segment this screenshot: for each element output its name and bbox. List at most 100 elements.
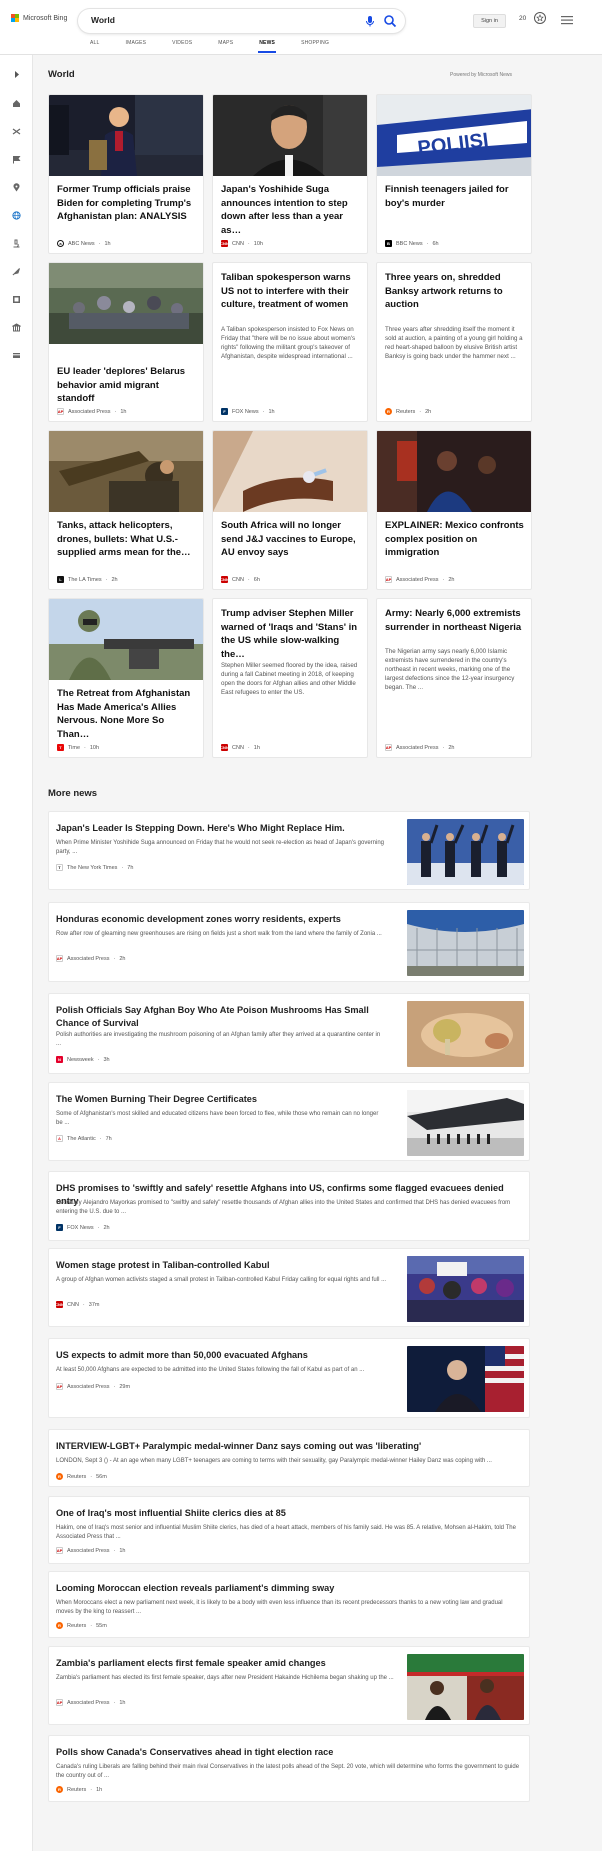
item-title[interactable]: One of Iraq's most influential Shiite cl… xyxy=(56,1507,526,1520)
tab-videos[interactable]: VIDEOS xyxy=(172,40,192,46)
card-meta: CNN CNN · 6h xyxy=(220,576,260,583)
news-list-item[interactable]: One of Iraq's most influential Shiite cl… xyxy=(48,1496,530,1564)
news-list-item[interactable]: Polls show Canada's Conservatives ahead … xyxy=(48,1735,530,1802)
card-time: 1h xyxy=(104,240,111,247)
new-york-times-logo-icon: T xyxy=(56,864,63,871)
item-title[interactable]: Looming Moroccan election reveals parlia… xyxy=(56,1582,526,1595)
tab-news[interactable]: NEWS xyxy=(258,40,276,53)
card-title[interactable]: Taliban spokesperson warns US not to int… xyxy=(221,271,361,312)
globe-icon[interactable] xyxy=(12,211,21,220)
microphone-icon[interactable] xyxy=(363,14,377,28)
item-time: 7h xyxy=(127,864,134,871)
item-title[interactable]: US expects to admit more than 50,000 eva… xyxy=(56,1349,308,1362)
item-time: 37m xyxy=(88,1301,100,1308)
item-meta: R Reuters · 55m xyxy=(56,1622,107,1629)
item-meta: CNN CNN · 37m xyxy=(55,1301,100,1308)
tab-all[interactable]: ALL xyxy=(90,40,100,46)
news-card[interactable]: South Africa will no longer send J&J vac… xyxy=(212,430,368,590)
card-title[interactable]: Trump adviser Stephen Miller warned of '… xyxy=(221,607,361,661)
shuffle-icon[interactable] xyxy=(12,127,21,136)
card-time: 6h xyxy=(432,240,439,247)
card-title[interactable]: Japan's Yoshihide Suga announces intenti… xyxy=(221,183,361,237)
news-card[interactable]: EU leader 'deplores' Belarus behavior am… xyxy=(48,262,204,422)
rewards-count[interactable]: 20 xyxy=(519,15,526,22)
news-card[interactable]: Three years on, shredded Banksy artwork … xyxy=(376,262,532,422)
card-time: 1h xyxy=(120,408,127,415)
item-snippet: Zambia's parliament has elected its firs… xyxy=(56,1675,394,1681)
news-list-item[interactable]: The Women Burning Their Degree Certifica… xyxy=(48,1082,530,1161)
card-title[interactable]: Three years on, shredded Banksy artwork … xyxy=(385,271,525,312)
news-list-item[interactable]: US expects to admit more than 50,000 eva… xyxy=(48,1338,530,1418)
rocket-icon[interactable] xyxy=(12,267,21,276)
associated-press-logo-icon: AP xyxy=(56,1383,63,1390)
search-input[interactable]: World xyxy=(91,15,115,25)
item-title[interactable]: Zambia's parliament elects first female … xyxy=(56,1657,326,1670)
building-icon[interactable] xyxy=(12,323,21,332)
cnn-logo-icon: CNN xyxy=(220,744,229,751)
tab-maps[interactable]: MAPS xyxy=(218,40,233,46)
card-provider: Time xyxy=(68,744,81,751)
item-time: 1h xyxy=(119,1699,126,1706)
item-provider: The Atlantic xyxy=(67,1135,96,1142)
rewards-medal-icon[interactable] xyxy=(533,11,547,25)
sign-in-button[interactable]: Sign in xyxy=(473,14,506,28)
news-card[interactable]: Tanks, attack helicopters, drones, bulle… xyxy=(48,430,204,590)
news-card[interactable]: Former Trump officials praise Biden for … xyxy=(48,94,204,254)
news-list-item[interactable]: DHS promises to 'swiftly and safely' res… xyxy=(48,1171,530,1241)
newsweek-logo-icon: N xyxy=(56,1056,63,1063)
news-card[interactable]: Taliban spokesperson warns US not to int… xyxy=(212,262,368,422)
location-icon[interactable] xyxy=(12,183,21,192)
item-title[interactable]: Polls show Canada's Conservatives ahead … xyxy=(56,1746,526,1759)
card-title[interactable]: Army: Nearly 6,000 extremists surrender … xyxy=(385,607,525,634)
card-provider: Associated Press xyxy=(396,744,439,751)
item-meta: AP Associated Press · 2h xyxy=(56,955,126,962)
news-card[interactable]: Army: Nearly 6,000 extremists surrender … xyxy=(376,598,532,758)
home-icon[interactable] xyxy=(12,99,21,108)
news-image xyxy=(407,1001,524,1067)
news-card[interactable]: EXPLAINER: Mexico confronts complex posi… xyxy=(376,430,532,590)
tab-images[interactable]: IMAGES xyxy=(126,40,147,46)
item-time: 55m xyxy=(96,1622,107,1629)
card-title[interactable]: Former Trump officials praise Biden for … xyxy=(57,183,197,224)
card-title[interactable]: Finnish teenagers jailed for boy's murde… xyxy=(385,183,525,210)
news-card[interactable]: The Retreat from Afghanistan Has Made Am… xyxy=(48,598,204,758)
logo-text: Microsoft Bing xyxy=(23,14,68,22)
item-provider: Associated Press xyxy=(67,955,110,962)
card-title[interactable]: EU leader 'deplores' Belarus behavior am… xyxy=(57,365,197,406)
item-title[interactable]: Polish Officials Say Afghan Boy Who Ate … xyxy=(56,1004,401,1030)
item-title[interactable]: Japan's Leader Is Stepping Down. Here's … xyxy=(56,822,345,835)
cnn-logo-icon: CNN xyxy=(220,576,229,583)
item-title[interactable]: The Women Burning Their Degree Certifica… xyxy=(56,1093,257,1106)
item-title[interactable]: Women stage protest in Taliban-controlle… xyxy=(56,1259,270,1272)
news-list-item[interactable]: Honduras economic development zones worr… xyxy=(48,902,530,982)
news-image xyxy=(49,431,203,512)
card-title[interactable]: The Retreat from Afghanistan Has Made Am… xyxy=(57,687,197,741)
tab-shopping[interactable]: SHOPPING xyxy=(301,40,329,46)
news-list-item[interactable]: Looming Moroccan election reveals parlia… xyxy=(48,1571,530,1638)
item-title[interactable]: Honduras economic development zones worr… xyxy=(56,913,341,926)
card-title[interactable]: South Africa will no longer send J&J vac… xyxy=(221,519,361,560)
news-card[interactable]: Trump adviser Stephen Miller warned of '… xyxy=(212,598,368,758)
news-card[interactable]: POLIISI Finnish teenagers jailed for boy… xyxy=(376,94,532,254)
bing-logo[interactable]: Microsoft Bing xyxy=(11,14,67,22)
card-title[interactable]: EXPLAINER: Mexico confronts complex posi… xyxy=(385,519,525,560)
item-title[interactable]: INTERVIEW-LGBT+ Paralympic medal-winner … xyxy=(56,1440,526,1453)
card-icon[interactable] xyxy=(12,351,21,360)
hamburger-menu-icon[interactable] xyxy=(561,15,573,25)
cnn-logo-icon: CNN xyxy=(220,240,229,247)
search-icon[interactable] xyxy=(383,14,397,28)
search-box[interactable]: World xyxy=(78,9,405,33)
news-list-item[interactable]: INTERVIEW-LGBT+ Paralympic medal-winner … xyxy=(48,1429,530,1487)
news-card[interactable]: Japan's Yoshihide Suga announces intenti… xyxy=(212,94,368,254)
news-list-item[interactable]: Japan's Leader Is Stepping Down. Here's … xyxy=(48,811,530,890)
item-snippet: Row after row of gleaming new greenhouse… xyxy=(56,931,382,937)
microscope-icon[interactable] xyxy=(12,239,21,248)
news-list-item[interactable]: Zambia's parliament elects first female … xyxy=(48,1646,530,1725)
news-list-item[interactable]: Polish Officials Say Afghan Boy Who Ate … xyxy=(48,993,530,1074)
expand-icon[interactable] xyxy=(12,70,21,79)
item-snippet: Secretary Alejandro Mayorkas promised to… xyxy=(56,1200,511,1215)
film-icon[interactable] xyxy=(12,295,21,304)
flag-icon[interactable] xyxy=(12,155,21,164)
news-list-item[interactable]: Women stage protest in Taliban-controlle… xyxy=(48,1248,530,1327)
card-title[interactable]: Tanks, attack helicopters, drones, bulle… xyxy=(57,519,197,560)
